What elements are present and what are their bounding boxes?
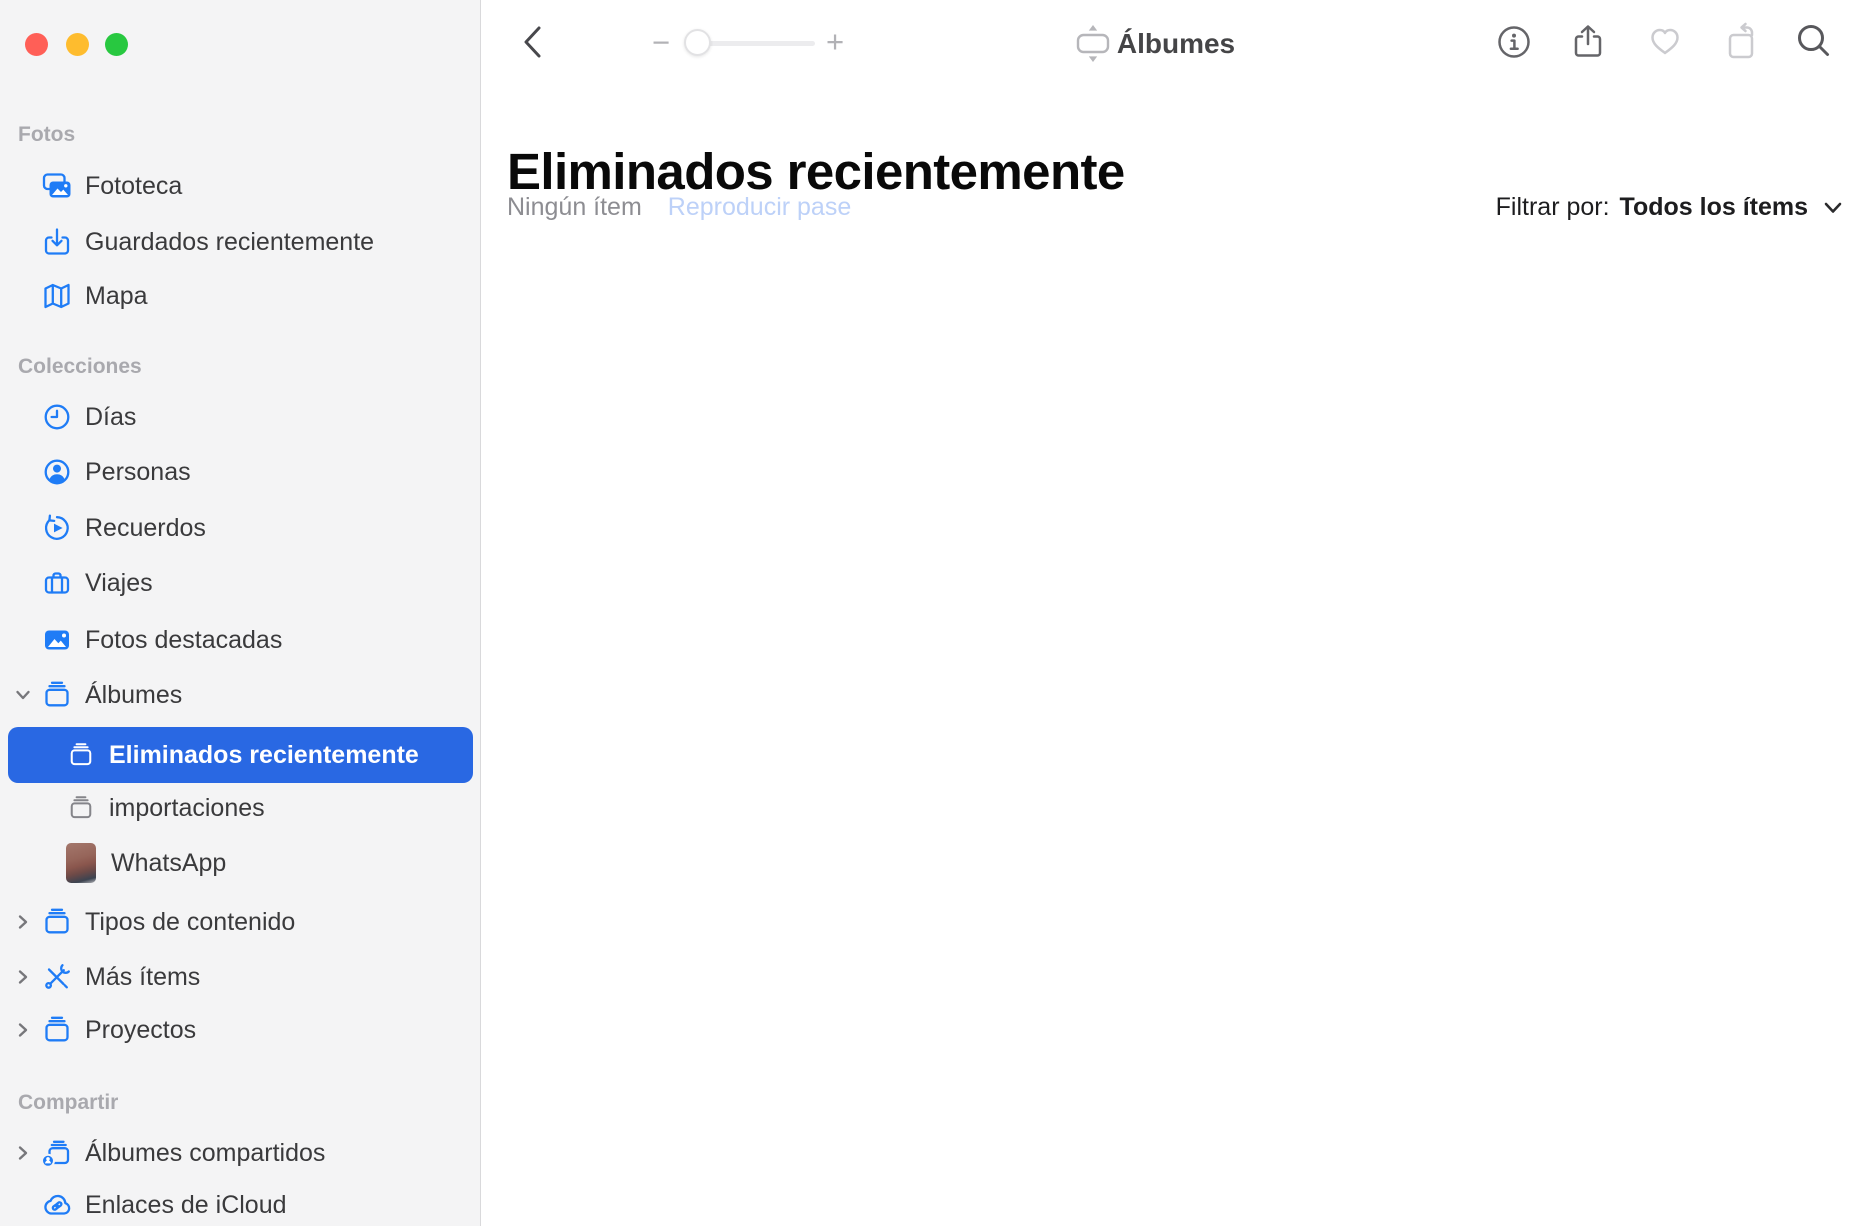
sidebar-item-albumes[interactable]: Álbumes xyxy=(0,673,481,717)
photos-app-window: Fotos Fototeca Guardados recientemente xyxy=(0,0,1866,1226)
sidebar-item-fototeca[interactable]: Fototeca xyxy=(0,164,481,208)
sidebar-item-label: Fotos destacadas xyxy=(85,626,282,655)
sidebar-section-compartir: Compartir xyxy=(18,1092,118,1114)
sidebar-item-viajes[interactable]: Viajes xyxy=(0,561,481,605)
sidebar-item-mas-items[interactable]: Más ítems xyxy=(0,955,481,999)
zoom-slider-knob[interactable] xyxy=(684,29,711,56)
album-stack-icon xyxy=(66,793,96,823)
sidebar-item-albumes-compartidos[interactable]: Álbumes compartidos xyxy=(0,1131,481,1175)
album-thumbnail xyxy=(66,843,96,883)
sidebar-item-whatsapp[interactable]: WhatsApp xyxy=(0,841,481,885)
sidebar-item-label: Enlaces de iCloud xyxy=(85,1191,287,1220)
zoom-slider-track[interactable] xyxy=(696,41,815,46)
zoom-out-button[interactable]: − xyxy=(652,27,670,58)
album-stack-icon xyxy=(66,740,96,770)
subheader: Ningún ítem Reproducir pase xyxy=(507,190,851,224)
sidebar-item-recuerdos[interactable]: Recuerdos xyxy=(0,506,481,550)
sidebar-item-tipos-de-contenido[interactable]: Tipos de contenido xyxy=(0,900,481,944)
shared-album-icon xyxy=(40,1136,74,1170)
filter-label: Filtrar por: xyxy=(1496,193,1610,222)
sidebar-item-enlaces-de-icloud[interactable]: Enlaces de iCloud xyxy=(0,1183,481,1226)
toolbar-view-title: Álbumes xyxy=(1117,28,1235,60)
minimize-window-button[interactable] xyxy=(66,33,89,56)
sidebar-item-label: Álbumes xyxy=(85,681,182,710)
item-count-label: Ningún ítem xyxy=(507,193,642,222)
main-content: − + Álbumes xyxy=(482,0,1866,1226)
sidebar-item-label: Más ítems xyxy=(85,963,200,992)
sidebar: Fotos Fototeca Guardados recientemente xyxy=(0,0,481,1226)
sidebar-section-colecciones: Colecciones xyxy=(18,356,142,378)
sidebar-item-label: Álbumes compartidos xyxy=(85,1139,325,1168)
sidebar-item-dias[interactable]: Días xyxy=(0,395,481,439)
back-button[interactable] xyxy=(511,20,555,64)
sidebar-item-label: Proyectos xyxy=(85,1016,196,1045)
map-icon xyxy=(40,279,74,313)
chevron-down-icon xyxy=(1820,194,1846,220)
chevron-right-icon[interactable] xyxy=(10,1019,36,1041)
sidebar-item-guardados[interactable]: Guardados recientemente xyxy=(0,220,481,264)
filter-dropdown[interactable]: Filtrar por: Todos los ítems xyxy=(1496,190,1846,224)
chevron-down-icon[interactable] xyxy=(10,684,36,706)
sidebar-item-label: Eliminados recientemente xyxy=(109,741,419,770)
sidebar-item-label: WhatsApp xyxy=(111,849,226,878)
play-slideshow-button[interactable]: Reproducir pase xyxy=(668,193,851,222)
favorite-button[interactable] xyxy=(1643,20,1687,64)
sidebar-item-label: Fototeca xyxy=(85,172,182,201)
sidebar-item-importaciones[interactable]: importaciones xyxy=(0,786,481,830)
chevron-right-icon[interactable] xyxy=(10,911,36,933)
sidebar-item-fotos-destacadas[interactable]: Fotos destacadas xyxy=(0,618,481,662)
album-stack-icon xyxy=(40,1013,74,1047)
zoom-in-button[interactable]: + xyxy=(826,26,844,57)
save-tray-icon xyxy=(40,225,74,259)
zoom-window-button[interactable] xyxy=(105,33,128,56)
suitcase-icon xyxy=(40,566,74,600)
chevron-right-icon[interactable] xyxy=(10,1142,36,1164)
icloud-link-icon xyxy=(40,1188,74,1222)
aspect-ratio-button[interactable] xyxy=(1071,22,1115,66)
share-button[interactable] xyxy=(1566,20,1610,64)
album-stack-icon xyxy=(40,678,74,712)
sidebar-item-eliminados-recientemente[interactable]: Eliminados recientemente xyxy=(8,727,473,783)
sidebar-item-label: Mapa xyxy=(85,282,148,311)
info-button[interactable] xyxy=(1492,20,1536,64)
sidebar-item-proyectos[interactable]: Proyectos xyxy=(0,1008,481,1052)
chevron-right-icon[interactable] xyxy=(10,966,36,988)
sidebar-item-label: importaciones xyxy=(109,794,265,823)
sidebar-item-label: Recuerdos xyxy=(85,514,206,543)
search-button[interactable] xyxy=(1793,20,1837,64)
close-window-button[interactable] xyxy=(25,33,48,56)
album-stack-icon xyxy=(40,905,74,939)
sidebar-item-label: Tipos de contenido xyxy=(85,908,295,937)
clock-icon xyxy=(40,400,74,434)
sidebar-item-personas[interactable]: Personas xyxy=(0,450,481,494)
person-circle-icon xyxy=(40,455,74,489)
tools-icon xyxy=(40,960,74,994)
sidebar-item-label: Guardados recientemente xyxy=(85,228,374,257)
sidebar-item-label: Días xyxy=(85,403,136,432)
sidebar-section-fotos: Fotos xyxy=(18,124,75,146)
featured-photos-icon xyxy=(40,623,74,657)
filter-value: Todos los ítems xyxy=(1620,193,1808,222)
sidebar-item-mapa[interactable]: Mapa xyxy=(0,274,481,318)
rotate-button[interactable] xyxy=(1723,20,1767,64)
sidebar-item-label: Viajes xyxy=(85,569,153,598)
photos-library-icon xyxy=(40,169,74,203)
sidebar-item-label: Personas xyxy=(85,458,191,487)
memories-icon xyxy=(40,511,74,545)
